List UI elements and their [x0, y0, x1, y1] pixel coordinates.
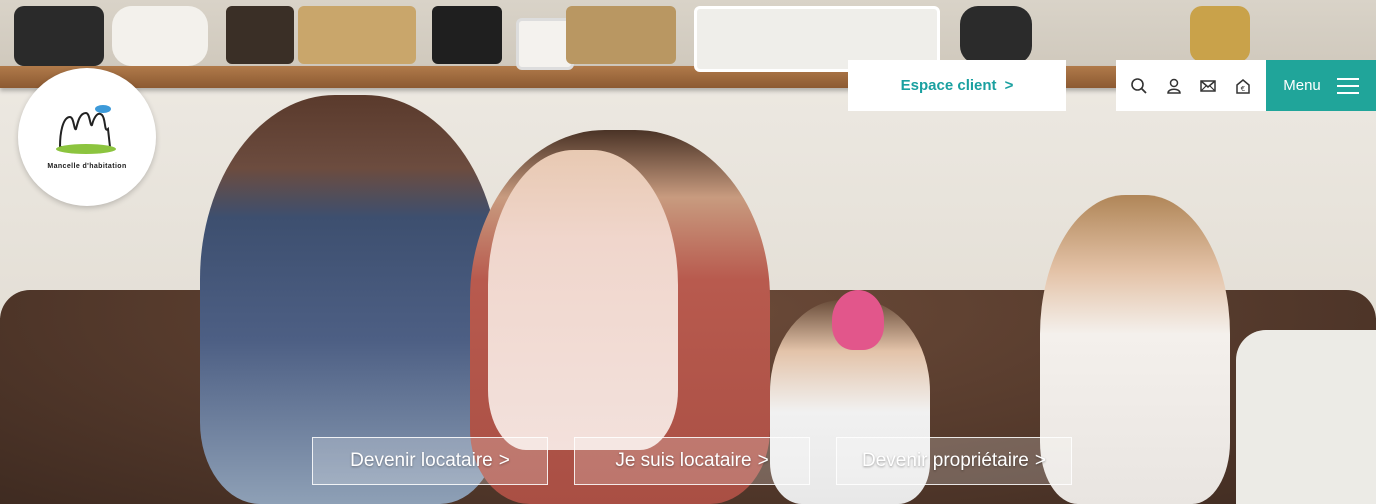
- home-euro-icon[interactable]: €: [1233, 76, 1253, 96]
- logo-icon: [56, 104, 116, 154]
- hamburger-icon: [1336, 77, 1359, 94]
- cta-je-suis-locataire[interactable]: Je suis locataire >: [574, 437, 810, 485]
- cta-devenir-locataire[interactable]: Devenir locataire >: [312, 437, 548, 485]
- cta-label: Devenir locataire: [350, 450, 493, 471]
- logo-text: Mancelle d'habitation: [47, 162, 127, 170]
- search-icon[interactable]: [1129, 76, 1149, 96]
- espace-client-button[interactable]: Espace client >: [848, 60, 1066, 111]
- site-logo[interactable]: Mancelle d'habitation: [18, 68, 156, 206]
- cta-devenir-proprietaire[interactable]: Devenir propriétaire >: [836, 437, 1072, 485]
- header-icons: €: [1116, 60, 1266, 111]
- chevron-right-icon: >: [757, 450, 769, 471]
- vase-decor: [14, 6, 104, 66]
- frame-decor: [298, 6, 416, 64]
- frame-decor: [226, 6, 294, 64]
- chevron-right-icon: >: [498, 450, 510, 471]
- frame-decor: [566, 6, 676, 64]
- mail-icon[interactable]: [1198, 76, 1218, 96]
- cta-label: Devenir propriétaire: [862, 450, 1029, 471]
- menu-label: Menu: [1283, 77, 1321, 94]
- blanket-decor: [1236, 330, 1376, 504]
- vase-decor: [960, 6, 1032, 64]
- vase-decor: [112, 6, 208, 66]
- chevron-right-icon: >: [1004, 77, 1014, 94]
- espace-client-label: Espace client: [900, 77, 997, 94]
- user-icon[interactable]: [1164, 76, 1184, 96]
- frame-decor: [432, 6, 502, 64]
- svg-text:€: €: [1241, 85, 1245, 93]
- menu-button[interactable]: Menu: [1266, 60, 1376, 111]
- cta-label: Je suis locataire: [615, 450, 752, 471]
- vase-decor: [1190, 6, 1250, 62]
- toy-decor: [832, 290, 884, 350]
- baby-figure: [488, 150, 678, 450]
- chevron-right-icon: >: [1034, 450, 1046, 471]
